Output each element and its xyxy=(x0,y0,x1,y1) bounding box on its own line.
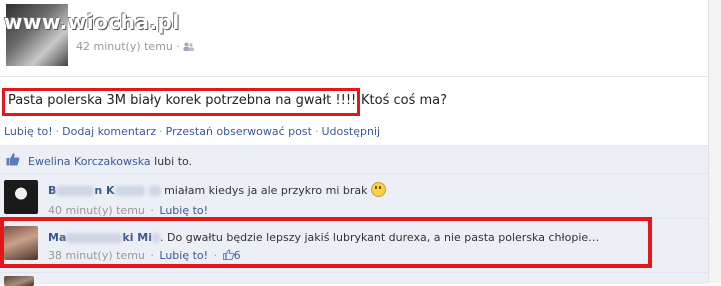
post-timestamp[interactable]: 42 minut(y) temu · xyxy=(76,40,195,53)
smiley-emoticon-icon xyxy=(371,182,386,197)
comment-time[interactable]: 38 minut(y) temu xyxy=(48,249,145,262)
separator-dot: · xyxy=(176,40,180,53)
thumbs-up-icon xyxy=(6,153,20,166)
like-link[interactable]: Lubię to! xyxy=(4,125,53,138)
comment-time[interactable]: 40 minut(y) temu xyxy=(48,204,145,217)
comment-body: Ma ki Mi. Do gwałtu będzie lepszy jakiś l… xyxy=(48,231,599,244)
friends-audience-icon[interactable] xyxy=(183,42,195,51)
comment-text: miałam kiedys ja ale przykro mi brak xyxy=(164,184,368,197)
share-link[interactable]: Udostępnij xyxy=(321,125,380,138)
comment-author-link[interactable]: Ma ki Mi xyxy=(48,231,161,244)
commenter-avatar[interactable] xyxy=(4,226,38,260)
comment-like-count[interactable]: 6 xyxy=(234,249,241,262)
comment-meta: 38 minut(y) temu · Lubię to! · 6 xyxy=(48,249,241,262)
likes-summary: Ewelina Korczakowska lubi to. xyxy=(28,155,192,168)
comment-like-link[interactable]: Lubię to! xyxy=(159,249,208,262)
post-text-highlighted: Pasta polerska 3M biały korek potrzebna … xyxy=(8,93,357,108)
comment-text: . Do gwałtu będzie lepszy jakiś lubrykan… xyxy=(160,231,600,244)
liker-name-link[interactable]: Ewelina Korczakowska xyxy=(28,155,151,168)
comment-input-row xyxy=(0,272,708,284)
add-comment-link[interactable]: Dodaj komentarz xyxy=(62,125,156,138)
commenter-avatar[interactable] xyxy=(4,180,38,214)
watermark: www.wiocha.pl xyxy=(4,10,180,34)
unfollow-post-link[interactable]: Przestań obserwować post xyxy=(166,125,312,138)
comment-author-link[interactable]: Bn K xyxy=(48,184,161,197)
likes-suffix: lubi to. xyxy=(154,155,193,168)
post-time[interactable]: 42 minut(y) temu xyxy=(76,40,173,53)
comment-like-link[interactable]: Lubię to! xyxy=(159,204,208,217)
comment-meta: 40 minut(y) temu · Lubię to! xyxy=(48,204,209,217)
post-text-rest: Ktoś coś ma? xyxy=(361,93,448,108)
current-user-avatar xyxy=(4,276,34,286)
scrollbar[interactable] xyxy=(708,0,721,283)
header-divider xyxy=(0,76,721,77)
post-actions: Lubię to! · Dodaj komentarz · Przestań obser… xyxy=(4,125,381,138)
like-count-thumbs-up-icon[interactable] xyxy=(222,249,234,261)
comment-body: Bn K miałam kiedys ja ale przykro mi bra… xyxy=(48,182,386,197)
